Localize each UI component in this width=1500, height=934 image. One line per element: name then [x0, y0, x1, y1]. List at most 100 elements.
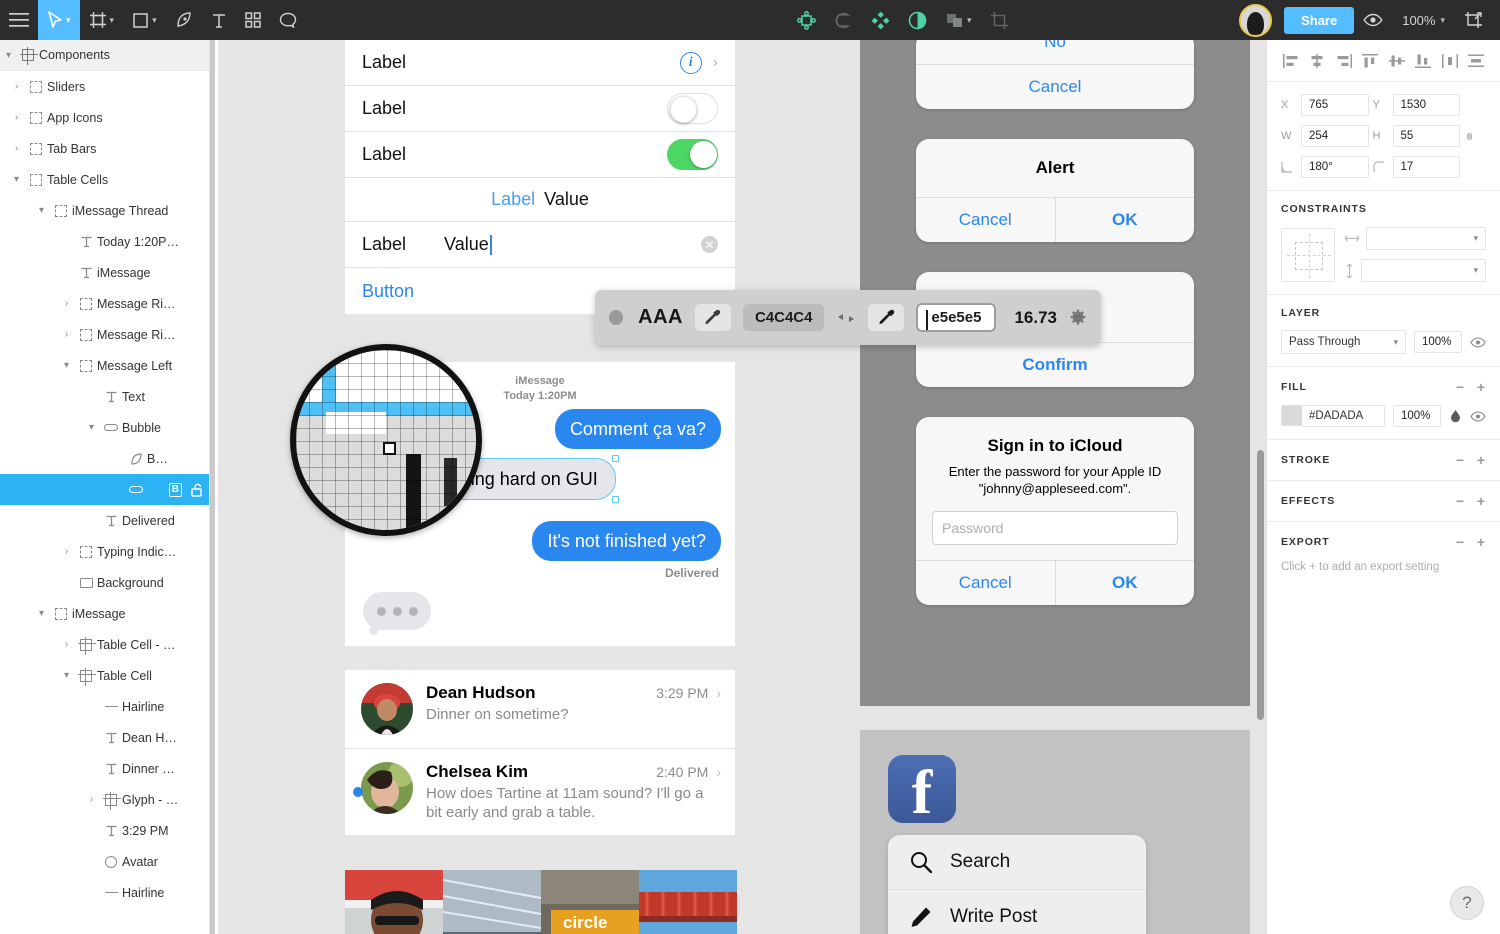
facebook-icon[interactable]: f [888, 755, 956, 824]
foreground-hex-value[interactable]: C4C4C4 [742, 304, 825, 331]
chevron-down-icon[interactable]: ▾ [33, 608, 50, 619]
eye-icon[interactable] [1470, 410, 1486, 422]
fill-section[interactable]: FILL − + #DADADA 100% [1267, 367, 1500, 440]
layer-row-app-icons[interactable]: › App Icons [0, 102, 209, 133]
shape-tool[interactable]: ▾ [123, 0, 166, 40]
properties-panel[interactable]: X 765 Y 1530 W 254 H 55 180° 17 CONSTRAI… [1266, 40, 1500, 934]
fill-hex-input[interactable]: #DADADA [1302, 405, 1385, 427]
hamburger-menu-icon[interactable] [0, 0, 38, 40]
dialog-button-cancel[interactable]: Cancel [916, 198, 1055, 242]
chevron-right-icon[interactable]: › [713, 54, 718, 72]
layer-row-bubble[interactable]: ▾ Bubble [0, 412, 209, 443]
eye-icon[interactable] [1470, 336, 1486, 348]
align-right-icon[interactable] [1336, 53, 1352, 68]
canvas[interactable]: Label i › Label Label Label Value Label [210, 40, 1266, 934]
layer-row-glyph[interactable]: › Glyph - … [0, 784, 209, 815]
chevron-right-icon[interactable]: › [8, 143, 25, 154]
canvas-vertical-scrollbar[interactable] [1257, 450, 1264, 720]
layer-row-message-ri[interactable]: › Message Ri… [0, 288, 209, 319]
layer-row-imessage[interactable]: ▾ iMessage [0, 598, 209, 629]
height-input[interactable]: 55 [1392, 125, 1460, 147]
chevron-down-icon[interactable]: ▾ [33, 205, 50, 216]
effects-add-button[interactable]: + [1477, 493, 1486, 509]
align-horizontal-center-icon[interactable] [1309, 53, 1325, 68]
dialog-button-ok[interactable]: OK [1054, 561, 1195, 605]
swap-arrows-icon[interactable] [836, 312, 856, 324]
corner-radius-input[interactable]: 17 [1392, 156, 1460, 178]
chevron-right-icon[interactable]: › [716, 685, 721, 701]
present-icon[interactable] [1455, 0, 1500, 40]
pen-tool[interactable] [166, 0, 202, 40]
vertical-constraint-select[interactable]: ▾ [1361, 259, 1486, 282]
unlocked-icon[interactable] [190, 483, 203, 497]
fill-style-icon[interactable] [1449, 409, 1462, 423]
move-tool[interactable]: ▾ [38, 0, 80, 40]
chevron-right-icon[interactable]: › [58, 329, 75, 340]
stroke-section[interactable]: STROKE − + [1267, 440, 1500, 481]
chevron-right-icon[interactable]: › [58, 298, 75, 309]
layer-section[interactable]: LAYER Pass Through ▾ 100% [1267, 295, 1500, 367]
instance-icon[interactable] [862, 0, 899, 40]
layer-row-message-ri[interactable]: › Message Ri… [0, 319, 209, 350]
aspect-lock-icon[interactable] [1464, 129, 1486, 144]
message-bubble[interactable]: It's not finished yet? [532, 521, 725, 561]
artboard-ios-dialogs[interactable]: No Cancel Alert Cancel OK Confirm Sign i… [860, 40, 1250, 706]
menu-item-write-post[interactable]: Write Post [888, 890, 1146, 934]
component-icon[interactable] [788, 0, 825, 40]
export-remove-button[interactable]: − [1456, 534, 1465, 550]
table-cell-centered[interactable]: Label Value [345, 178, 735, 222]
layer-row-today-1-20p[interactable]: Today 1:20P… [0, 226, 209, 257]
alignment-toolbar[interactable] [1267, 40, 1500, 82]
chevron-right-icon[interactable]: › [8, 81, 25, 92]
chevron-right-icon[interactable]: › [58, 546, 75, 557]
facebook-quick-actions-menu[interactable]: Search Write Post [888, 835, 1146, 934]
layer-row-3-29-pm[interactable]: 3:29 PM [0, 815, 209, 846]
background-eyedropper-icon[interactable] [868, 304, 905, 331]
layer-row-b[interactable]: B… [0, 443, 209, 474]
chevron-down-icon[interactable]: ▾ [8, 174, 25, 185]
crop-icon[interactable] [981, 0, 1018, 40]
chevron-down-icon[interactable]: ▾ [83, 422, 100, 433]
layer-row-hairline[interactable]: Hairline [0, 691, 209, 722]
table-cell-text-field[interactable]: Label Value ✕ [345, 222, 735, 268]
layer-row-sliders[interactable]: › Sliders [0, 71, 209, 102]
message-bubble[interactable]: Comment ça va? [554, 409, 726, 449]
eye-icon[interactable] [1354, 0, 1392, 40]
export-section[interactable]: EXPORT − + Click + to add an export sett… [1267, 522, 1500, 585]
dialog-signin[interactable]: Sign in to iCloud Enter the password for… [916, 417, 1194, 605]
gear-icon[interactable] [1069, 309, 1087, 327]
fill-color-swatch[interactable] [1281, 405, 1302, 426]
layer-row-table-cells[interactable]: ▾ Table Cells [0, 164, 209, 195]
contrast-circle-icon[interactable] [899, 0, 936, 40]
layers-sidebar[interactable]: ▾ Components › Sliders › App Icons › Tab Bars… [0, 40, 210, 934]
help-button[interactable]: ? [1450, 886, 1484, 920]
chevron-down-icon[interactable]: ▾ [0, 50, 17, 61]
table-cell-switch-on[interactable]: Label [345, 132, 735, 178]
table-cell-info[interactable]: Label i › [345, 40, 735, 86]
artboard-facebook[interactable]: f Search Write Post [860, 730, 1250, 934]
toggle-switch-on[interactable] [667, 139, 718, 170]
grid-icon[interactable] [236, 0, 270, 40]
artboard-photo-strip[interactable]: circle [345, 870, 737, 934]
blend-mode-select[interactable]: Pass Through ▾ [1281, 330, 1406, 354]
layer-row-imessage-thread[interactable]: ▾ iMessage Thread [0, 195, 209, 226]
chevron-right-icon[interactable]: › [58, 639, 75, 650]
password-field[interactable]: Password [932, 511, 1178, 545]
contrast-checker-plugin[interactable]: AAA C4C4C4 e5e5e5 16.73 [595, 290, 1101, 345]
dialog-button-cancel[interactable]: Cancel [916, 561, 1055, 605]
stroke-remove-button[interactable]: − [1456, 452, 1465, 468]
rotation-input[interactable]: 180° [1301, 156, 1369, 178]
user-avatar[interactable] [1239, 3, 1273, 37]
table-row[interactable]: Chelsea Kim 2:40 PM › How does Tartine a… [345, 749, 735, 835]
layer-row-background[interactable]: Background [0, 567, 209, 598]
fill-add-button[interactable]: + [1477, 379, 1486, 395]
constraint-picker[interactable] [1281, 227, 1335, 282]
dialog-button-cancel[interactable]: Cancel [916, 64, 1194, 109]
dialog-alert[interactable]: Alert Cancel OK [916, 139, 1194, 242]
layer-row-avatar[interactable]: Avatar [0, 846, 209, 877]
table-row[interactable]: Dean Hudson 3:29 PM › Dinner on sometime… [345, 670, 735, 749]
align-vertical-center-icon[interactable] [1388, 54, 1405, 68]
layer-row-typing-indic[interactable]: › Typing Indic… [0, 536, 209, 567]
layer-row-delivered[interactable]: Delivered [0, 505, 209, 536]
layer-row-components[interactable]: ▾ Components [0, 40, 209, 71]
